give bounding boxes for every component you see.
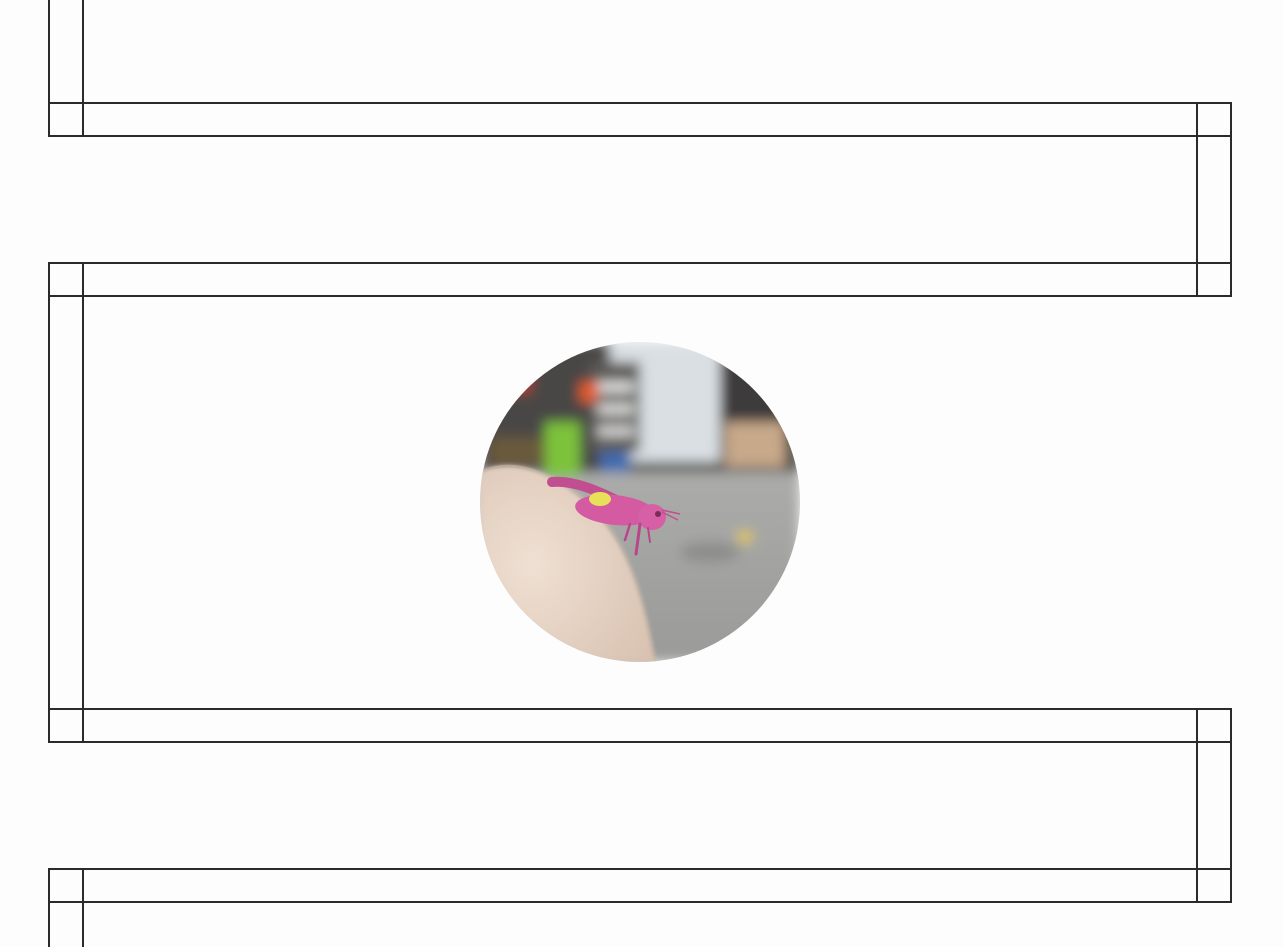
frame-line [48, 102, 1232, 104]
frame-line [1196, 102, 1198, 297]
frame-line [48, 0, 50, 137]
frame-line [48, 901, 1232, 903]
frame-line [48, 708, 1232, 710]
frame-line [1230, 102, 1232, 297]
frame-line [82, 0, 84, 137]
frame-line [48, 135, 1232, 137]
frame-line [82, 868, 84, 947]
frame-line [48, 868, 1232, 870]
frame-line [48, 741, 1232, 743]
frame-line [48, 262, 1232, 264]
grasshopper-photo [480, 342, 800, 662]
frame-line [1196, 708, 1198, 903]
frame-line [48, 868, 50, 947]
frame-line [48, 262, 50, 743]
circular-photo [480, 342, 800, 662]
frame-line [48, 295, 1232, 297]
frame-line [1230, 708, 1232, 903]
frame-line [82, 262, 84, 743]
